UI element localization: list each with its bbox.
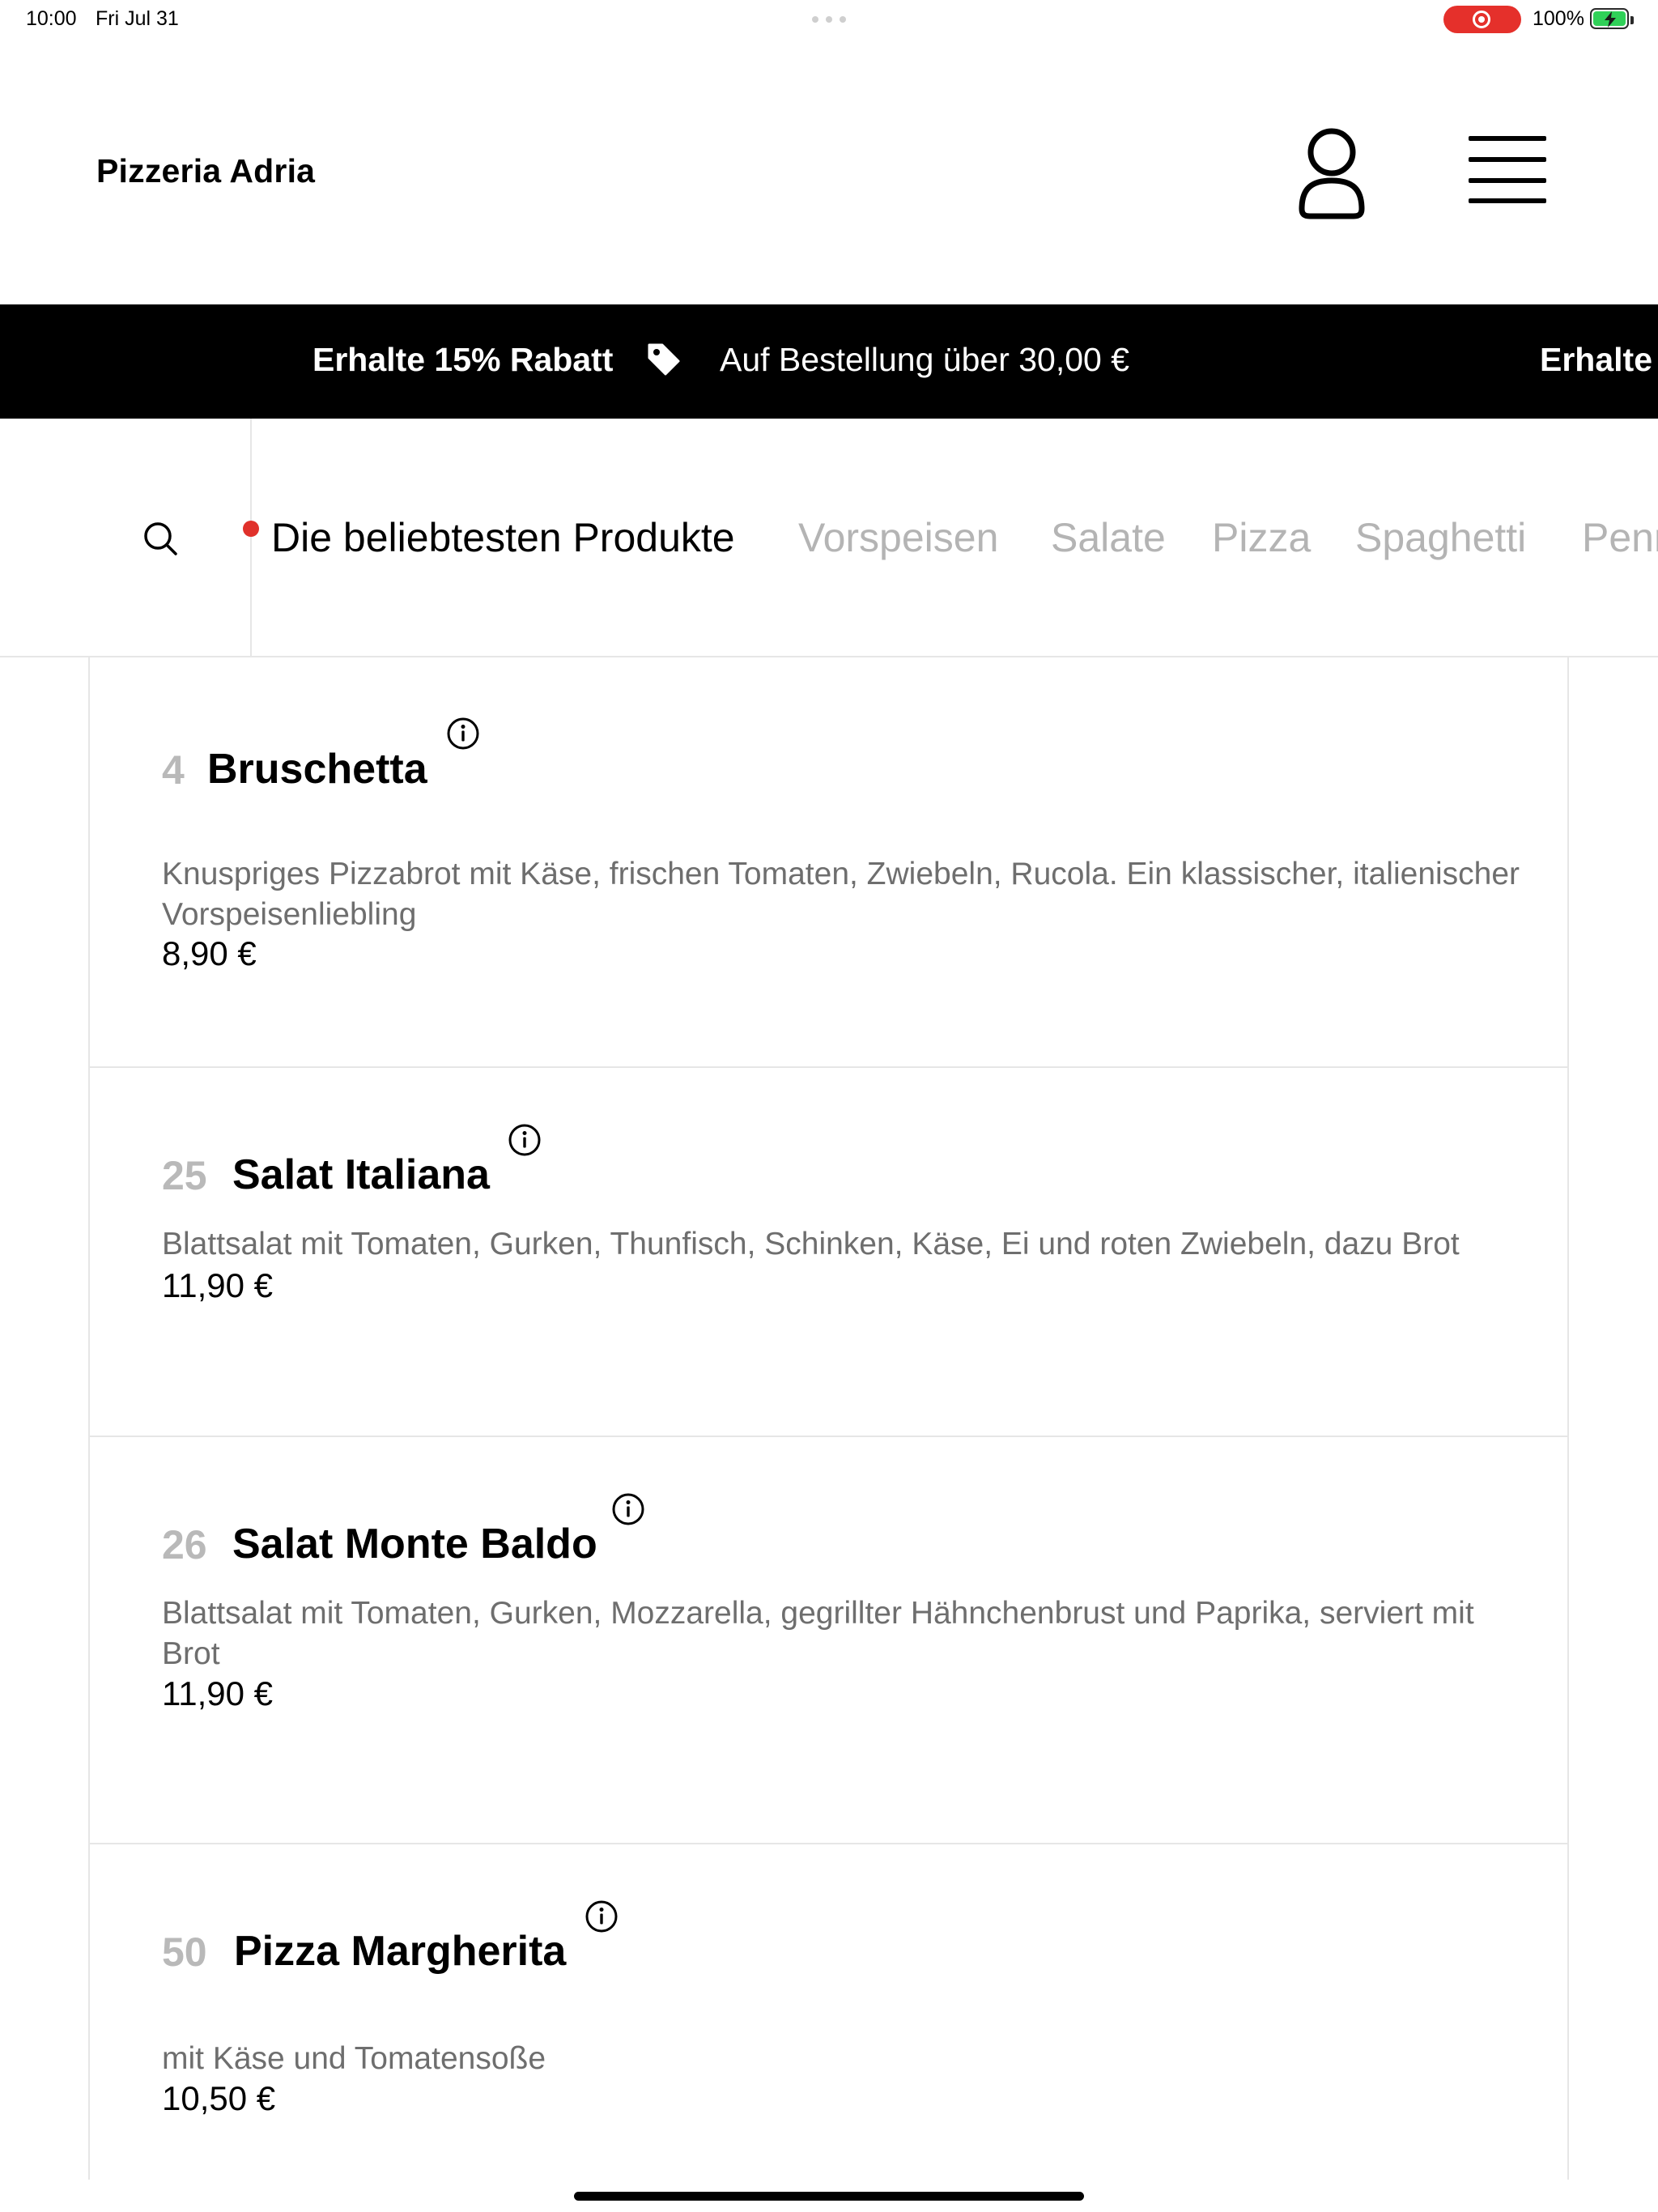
tab-penne[interactable]: Penne (1582, 514, 1658, 561)
battery-icon (1590, 8, 1634, 29)
screen-recording-icon[interactable] (1443, 6, 1521, 33)
multitasking-dots-icon[interactable] (812, 16, 846, 23)
promo-headline: Erhalte 15% Rabatt (312, 341, 614, 378)
product-price: 10,50 € (162, 2079, 276, 2117)
tag-icon (646, 342, 682, 381)
hamburger-icon[interactable] (1467, 136, 1548, 205)
product-price: 11,90 € (162, 1266, 274, 1304)
tab-vorspeisen[interactable]: Vorspeisen (798, 514, 998, 561)
tab-spaghetti[interactable]: Spaghetti (1355, 514, 1526, 561)
tab-pizza[interactable]: Pizza (1212, 514, 1311, 561)
product-number: 50 (162, 1929, 207, 1975)
product-name[interactable]: Pizza Margherita (234, 1927, 566, 1976)
product-list: 4 Bruschetta Knuspriges Pizzabrot mit Kä… (88, 657, 1569, 2180)
info-icon[interactable] (585, 1899, 619, 1933)
product-card[interactable]: 26 Salat Monte Baldo Blattsalat mit Toma… (90, 1437, 1567, 1844)
category-nav: Die beliebtesten Produkte Vorspeisen Sal… (0, 419, 1658, 657)
product-card[interactable]: 50 Pizza Margherita mit Käse und Tomaten… (90, 1844, 1567, 2180)
product-number: 4 (162, 747, 185, 793)
active-category-indicator (243, 521, 259, 537)
promo-headline-repeat: Erhalte (1540, 341, 1652, 378)
product-card[interactable]: 4 Bruschetta Knuspriges Pizzabrot mit Kä… (90, 657, 1567, 1068)
status-date: Fri Jul 31 (96, 7, 179, 30)
product-description: Blattsalat mit Tomaten, Gurken, Thunfisc… (162, 1227, 1460, 1261)
site-header: Pizzeria Adria (0, 39, 1658, 304)
product-number: 26 (162, 1522, 207, 1568)
product-price: 11,90 € (162, 1674, 274, 1712)
search-icon[interactable] (142, 520, 179, 557)
info-icon[interactable] (446, 717, 480, 751)
app-screen: 10:00 Fri Jul 31 100% Pizzeria Adria Erh… (0, 0, 1658, 2212)
info-icon[interactable] (508, 1123, 542, 1157)
product-card[interactable]: 25 Salat Italiana Blattsalat mit Tomaten… (90, 1068, 1567, 1437)
product-name[interactable]: Salat Italiana (232, 1151, 490, 1199)
product-description: mit Käse und Tomatensoße (162, 2041, 546, 2076)
tab-salate[interactable]: Salate (1051, 514, 1166, 561)
product-number: 25 (162, 1153, 207, 1198)
search-button[interactable] (0, 419, 252, 656)
battery-percentage: 100% (1533, 7, 1584, 30)
brand-name[interactable]: Pizzeria Adria (96, 152, 315, 190)
promo-banner: Erhalte 15% Rabatt Auf Bestellung über 3… (0, 304, 1658, 419)
product-name[interactable]: Salat Monte Baldo (232, 1520, 597, 1568)
promo-condition: Auf Bestellung über 30,00 € (720, 341, 1130, 378)
product-description: Knuspriges Pizzabrot mit Käse, frischen … (162, 857, 1520, 932)
home-indicator[interactable] (574, 2192, 1084, 2201)
product-name[interactable]: Bruschetta (207, 745, 427, 793)
status-time: 10:00 (26, 7, 77, 30)
product-price: 8,90 € (162, 934, 257, 972)
info-icon[interactable] (611, 1492, 645, 1526)
user-icon[interactable] (1295, 124, 1368, 221)
status-bar: 10:00 Fri Jul 31 100% (0, 0, 1658, 39)
tab-popular-products[interactable]: Die beliebtesten Produkte (271, 514, 735, 561)
product-description: Blattsalat mit Tomaten, Gurken, Mozzarel… (162, 1596, 1474, 1671)
